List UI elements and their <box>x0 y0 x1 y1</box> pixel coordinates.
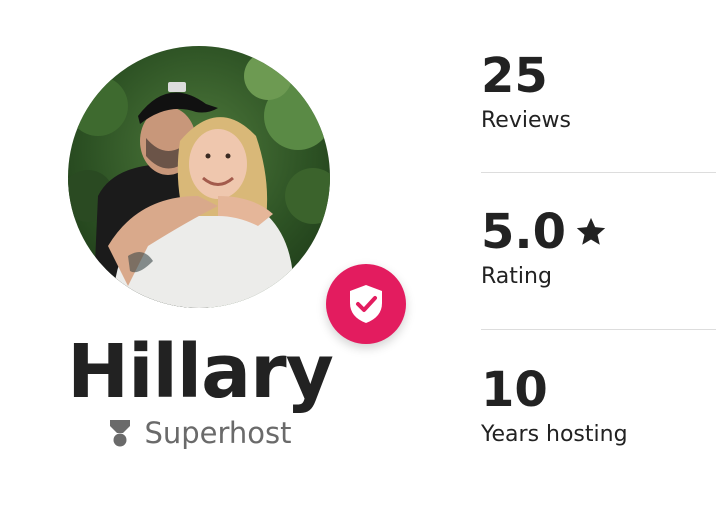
superhost-badge: Superhost <box>0 416 400 450</box>
stat-rating: 5.0 Rating <box>481 204 716 292</box>
stat-reviews[interactable]: 25 Reviews <box>481 48 716 136</box>
stat-label: Rating <box>481 264 552 289</box>
host-name: Hillary <box>67 329 334 415</box>
superhost-icon <box>110 420 131 447</box>
divider <box>481 329 716 330</box>
divider <box>481 172 716 173</box>
avatar-container <box>68 46 406 344</box>
years-hosting-value: 10 <box>481 362 548 418</box>
host-photo <box>68 46 330 308</box>
host-profile-card: Hillary Superhost 25 Reviews 5.0 Rating <box>0 0 716 526</box>
stat-label: Years hosting <box>481 422 628 447</box>
stat-value: 10 <box>481 362 716 418</box>
stat-years-hosting: 10 Years hosting <box>481 362 716 450</box>
superhost-label: Superhost <box>144 416 292 450</box>
avatar[interactable] <box>68 46 330 308</box>
rating-value: 5.0 <box>481 204 567 260</box>
stat-label: Reviews <box>481 108 571 133</box>
shield-check-icon <box>350 285 382 323</box>
reviews-count: 25 <box>481 48 548 104</box>
stat-value: 25 <box>481 48 716 104</box>
stat-value: 5.0 <box>481 204 716 260</box>
star-icon <box>576 217 606 245</box>
